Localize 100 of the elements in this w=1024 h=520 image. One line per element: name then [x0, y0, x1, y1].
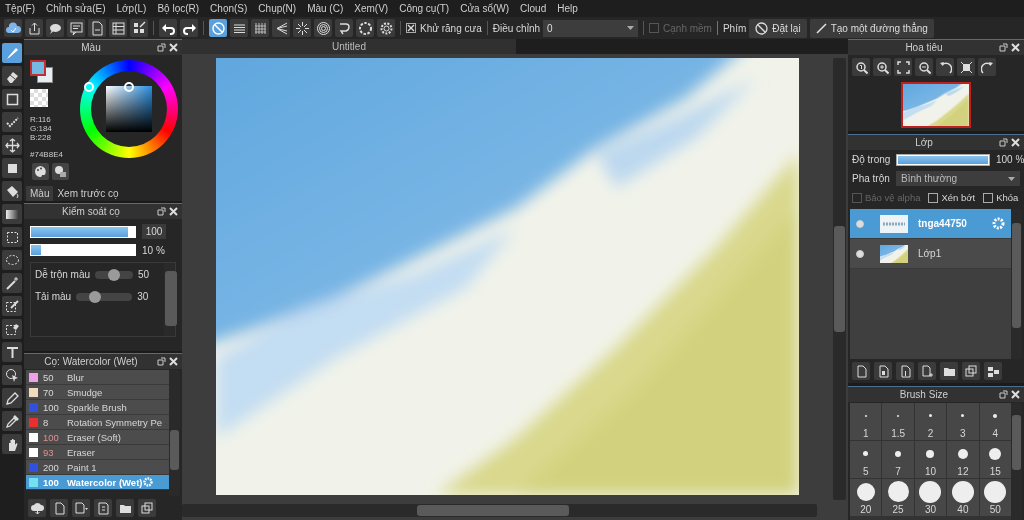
close-icon[interactable]: [169, 207, 178, 216]
close-icon[interactable]: [169, 43, 178, 52]
float-icon[interactable]: [999, 43, 1008, 52]
menu-item[interactable]: Chụp(N): [253, 0, 303, 17]
scrollbar[interactable]: [164, 263, 175, 336]
toolbar-button[interactable]: [962, 362, 980, 380]
snap-button[interactable]: [377, 19, 395, 37]
toolbar-button[interactable]: [109, 19, 127, 37]
toolbar-button[interactable]: [116, 499, 134, 517]
scrollbar-thumb[interactable]: [1012, 415, 1021, 470]
tool-button[interactable]: [2, 89, 22, 109]
float-icon[interactable]: [999, 390, 1008, 399]
scrollbar-thumb[interactable]: [165, 271, 177, 326]
redo-button[interactable]: [180, 19, 198, 37]
menu-item[interactable]: Chọn(S): [205, 0, 254, 17]
toolbar-button[interactable]: [852, 58, 870, 76]
toolbar-button[interactable]: [88, 19, 106, 37]
toolbar-button[interactable]: [25, 19, 43, 37]
scrollbar[interactable]: [182, 504, 817, 517]
brush-size-cell[interactable]: 25: [882, 479, 914, 516]
scrollbar-thumb[interactable]: [1012, 223, 1021, 328]
menu-item[interactable]: Tệp(F): [0, 0, 41, 17]
snap-button[interactable]: [356, 19, 374, 37]
brush-size-cell[interactable]: 4: [979, 403, 1011, 440]
brush-size-cell[interactable]: 2: [914, 403, 947, 440]
menu-item[interactable]: Chỉnh sửa(E): [41, 0, 112, 17]
size-bar[interactable]: [30, 225, 136, 238]
toolbar-button[interactable]: [915, 58, 933, 76]
tool-button[interactable]: [2, 135, 22, 155]
tool-button[interactable]: [2, 273, 22, 293]
float-icon[interactable]: [999, 138, 1008, 147]
layer-row[interactable]: Lớp1: [850, 239, 1011, 269]
tool-button[interactable]: [2, 434, 22, 454]
brush-size-cell[interactable]: 40: [947, 479, 979, 516]
close-icon[interactable]: [1011, 390, 1020, 399]
brush-list-item[interactable]: 93 Eraser: [26, 445, 169, 460]
checkbox[interactable]: [406, 23, 416, 33]
tool-button[interactable]: [2, 181, 22, 201]
toolbar-button[interactable]: [918, 362, 936, 380]
visibility-toggle[interactable]: [856, 219, 864, 228]
palette-button[interactable]: [32, 163, 49, 180]
panel-tab[interactable]: Màu: [26, 186, 54, 201]
toolbar-button[interactable]: [894, 58, 912, 76]
toolbar-button[interactable]: [978, 58, 996, 76]
toolbar-button[interactable]: [28, 499, 46, 517]
brush-list-item[interactable]: 70 Smudge: [26, 385, 169, 400]
toolbar-button[interactable]: [67, 19, 85, 37]
menu-item[interactable]: Cloud: [515, 0, 553, 17]
snap-button[interactable]: [230, 19, 248, 37]
slider-thumb[interactable]: [89, 290, 102, 303]
tool-button[interactable]: [2, 365, 22, 385]
brush-size-cell[interactable]: 5: [850, 441, 882, 478]
tool-button[interactable]: [2, 296, 22, 316]
scrollbar[interactable]: [833, 58, 846, 500]
brush-size-cell[interactable]: 7: [882, 441, 914, 478]
brush-list-item[interactable]: 100 Eraser (Soft): [26, 430, 169, 445]
toolbar-button[interactable]: [852, 362, 870, 380]
snap-button[interactable]: [272, 19, 290, 37]
snap-button[interactable]: [293, 19, 311, 37]
slider-track[interactable]: [95, 270, 134, 279]
menu-item[interactable]: Xem(V): [349, 0, 395, 17]
brush-size-cell[interactable]: 3: [947, 403, 979, 440]
checkbox[interactable]: [928, 192, 939, 203]
palette-add-button[interactable]: [52, 163, 69, 180]
toolbar-button[interactable]: [4, 19, 22, 37]
brush-list-item[interactable]: 8 Rotation Symmetry Pe: [26, 415, 169, 430]
brush-size-cell[interactable]: 1: [850, 403, 882, 440]
checkbox[interactable]: [983, 192, 994, 203]
menu-item[interactable]: Công cụ(T): [394, 0, 456, 17]
scrollbar-thumb[interactable]: [416, 505, 570, 516]
scrollbar-thumb[interactable]: [834, 225, 845, 333]
menu-item[interactable]: Bộ lọc(R): [152, 0, 206, 17]
close-icon[interactable]: [169, 357, 178, 366]
scrollbar-thumb[interactable]: [170, 430, 179, 470]
float-icon[interactable]: [157, 357, 166, 366]
size-field[interactable]: 100: [142, 224, 166, 239]
reset-button[interactable]: Đặt lại: [749, 18, 807, 38]
toolbar-button[interactable]: [138, 499, 156, 517]
toolbar-button[interactable]: [46, 19, 64, 37]
toolbar-button[interactable]: [72, 499, 90, 517]
brush-size-cell[interactable]: 10: [914, 441, 947, 478]
color-marker[interactable]: [124, 82, 134, 92]
snap-button[interactable]: [251, 19, 269, 37]
slider-thumb[interactable]: [108, 268, 121, 281]
scrollbar[interactable]: [1011, 403, 1022, 520]
brush-size-cell[interactable]: 1.5: [882, 403, 914, 440]
brush-size-cell[interactable]: 12: [947, 441, 979, 478]
transparent-swatch[interactable]: [30, 89, 48, 107]
menu-item[interactable]: Cửa sổ(W): [455, 0, 516, 17]
tool-button[interactable]: [2, 66, 22, 86]
tool-button[interactable]: [2, 227, 22, 247]
snap-button[interactable]: [314, 19, 332, 37]
menu-item[interactable]: Lớp(L): [111, 0, 153, 17]
menu-item[interactable]: Màu (C): [302, 0, 350, 17]
undo-button[interactable]: [159, 19, 177, 37]
blend-dropdown[interactable]: Bình thường: [896, 171, 1020, 186]
document-tab[interactable]: Untitled: [182, 39, 516, 54]
correction-dropdown[interactable]: 0: [543, 19, 639, 37]
toolbar-button[interactable]: [936, 58, 954, 76]
scrollbar[interactable]: [169, 370, 180, 496]
